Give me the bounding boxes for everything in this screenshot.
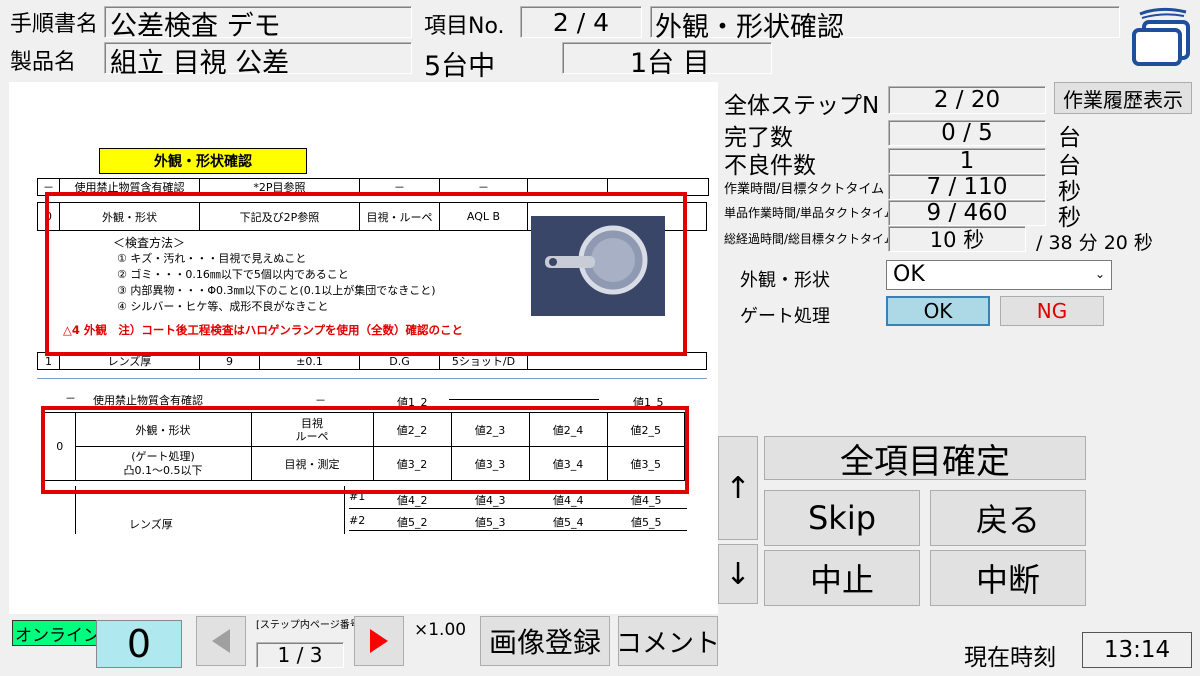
defect-value: 1 (959, 148, 975, 174)
total-step-label: 全体ステップN (724, 93, 880, 119)
window-stack-icon[interactable] (1130, 4, 1194, 66)
total-time-value: 10 秒 (929, 228, 985, 252)
work-time-label: 作業時間/目標タクトタイム (724, 182, 885, 197)
total-time-target: / 38 分 20 秒 (1036, 232, 1153, 254)
highlight-frame-lower (41, 406, 689, 494)
product-name-value: 組立 目視 公差 (110, 48, 290, 79)
unit-time-label: 単品作業時間/単品タクトタイム (724, 206, 896, 220)
product-name-label: 製品名 (10, 50, 77, 75)
item-no-label: 項目No. (424, 14, 505, 39)
manual-name-value: 公差検査 デモ (110, 11, 281, 42)
clock-label: 現在時刻 (964, 645, 1056, 671)
page-number-value: 1 / 3 (277, 643, 323, 667)
document-view[interactable]: 外観・形状確認 － 使用禁止物質含有確認 *2P目参照 － － 0 外観・形状 … (9, 82, 718, 614)
lower-lens-name: レンズ厚 (129, 518, 173, 531)
lower-row0-a: － (65, 392, 76, 405)
lens1-val-5: 値4_5 (631, 494, 662, 507)
doc-title: 外観・形状確認 (99, 148, 307, 174)
scroll-up-button[interactable]: ↑ (718, 436, 758, 540)
lens1-val-2: 値4_2 (397, 494, 428, 507)
lens2-val-2: 値5_2 (397, 516, 428, 529)
lower-arrow (449, 399, 599, 400)
appearance-select-value: OK (893, 262, 925, 287)
highlight-frame-upper (45, 192, 687, 356)
lens2-val-5: 値5_5 (631, 516, 662, 529)
prev-triangle-icon (212, 629, 230, 653)
unit-time-unit: 秒 (1058, 205, 1081, 231)
lens1-val-3: 値4_3 (475, 494, 506, 507)
lens2-val-3: 値5_3 (475, 516, 506, 529)
skip-button[interactable]: Skip (764, 490, 920, 546)
lower-lens2-tag: #2 (349, 514, 366, 527)
item-no-value: 2 / 4 (552, 7, 610, 37)
counter-display: 0 (96, 620, 182, 668)
prev-page-button[interactable] (196, 616, 246, 666)
total-step-value: 2 / 20 (933, 87, 1001, 113)
total-time-label: 総経過時間/総目標タクトタイム (724, 232, 896, 246)
lens2-val-4: 値5_4 (553, 516, 584, 529)
next-triangle-icon (370, 629, 388, 653)
gate-ok-button[interactable]: OK (886, 296, 990, 326)
stop-button[interactable]: 中止 (764, 550, 920, 606)
back-button[interactable]: 戻る (930, 490, 1086, 546)
unit-time-value: 9 / 460 (926, 200, 1008, 226)
confirm-all-button[interactable]: 全項目確定 (764, 436, 1086, 482)
suspend-button[interactable]: 中断 (930, 550, 1086, 606)
lens-lower-line-2 (349, 530, 687, 531)
gate-ng-button[interactable]: NG (1000, 296, 1104, 326)
units-text: 5台中 (424, 51, 496, 82)
online-badge: オンライン (12, 620, 100, 646)
chevron-down-icon[interactable]: ⌄ (1095, 267, 1105, 281)
work-history-button[interactable]: 作業履歴表示 (1054, 82, 1192, 114)
defect-label: 不良件数 (724, 153, 816, 179)
gate-label: ゲート処理 (740, 306, 830, 327)
lens-lower-line (349, 508, 687, 509)
appearance-label: 外観・形状 (740, 270, 830, 291)
unit-index-value: 1台 目 (630, 48, 710, 79)
clock-value: 13:14 (1082, 632, 1192, 668)
scroll-down-button[interactable]: ↓ (718, 544, 758, 604)
page-number-label: [ステップ内ページ番号] (256, 620, 364, 631)
appearance-select[interactable]: OK ⌄ (886, 260, 1112, 290)
next-page-button[interactable] (354, 616, 404, 666)
comment-button[interactable]: コメント (616, 616, 720, 666)
zoom-level: ×1.00 (414, 620, 467, 640)
item-title: 外観・形状確認 (655, 12, 844, 43)
manual-name-label: 手順書名 (10, 12, 99, 37)
complete-value: 0 / 5 (941, 120, 993, 146)
lens1-val-4: 値4_4 (553, 494, 584, 507)
work-time-value: 7 / 110 (926, 174, 1008, 200)
image-register-button[interactable]: 画像登録 (480, 616, 610, 666)
